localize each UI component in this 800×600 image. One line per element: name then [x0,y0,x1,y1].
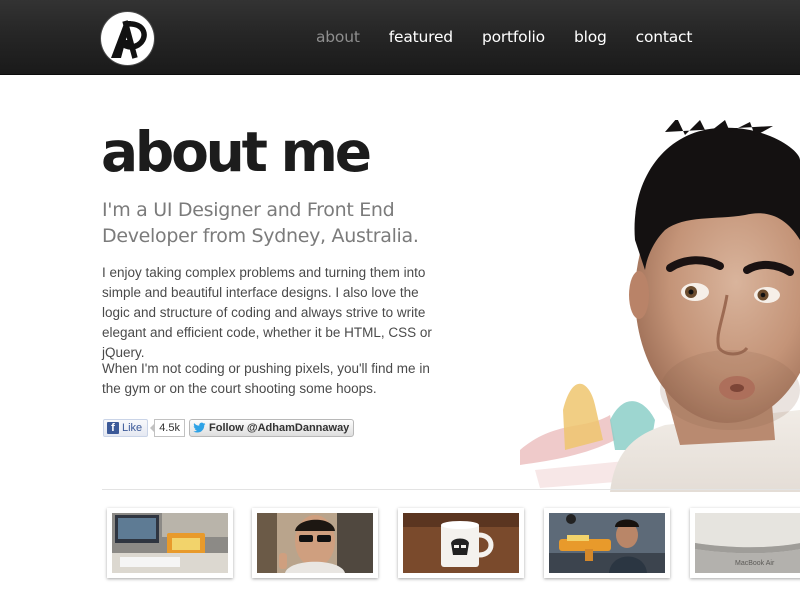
nav-featured[interactable]: featured [389,26,453,48]
hobbies-paragraph: When I'm not coding or pushing pixels, y… [102,361,430,396]
thumb-image [112,513,228,573]
thumb-image [257,513,373,573]
portrait-photo [520,120,800,492]
portfolio-thumb-stormtrooper-mug[interactable] [398,508,524,578]
thumb-image [549,513,665,573]
lead-text: I'm a UI Designer and Front End Develope… [102,199,419,247]
desk-setup-image [112,513,228,573]
page: about featured portfolio blog contact ab… [0,0,800,600]
portfolio-thumb-macbook-air[interactable]: MacBook Air [690,508,800,578]
nav-blog[interactable]: blog [574,26,607,48]
twitter-bird-icon [193,422,206,433]
portfolio-thumb-toy-gun[interactable] [544,508,670,578]
page-title: about me [101,120,372,184]
facebook-icon: f [107,422,119,434]
intro-paragraph: I enjoy taking complex problems and turn… [102,265,432,360]
nav-contact[interactable]: contact [636,26,693,48]
main-nav: about featured portfolio blog contact [316,26,692,48]
site-header: about featured portfolio blog contact [0,0,800,75]
ap-logo-icon [111,20,147,59]
portfolio-thumb-desk-setup[interactable] [107,508,233,578]
logo[interactable] [101,12,154,65]
facebook-like-label: Like [122,422,143,434]
twitter-follow-button[interactable]: Follow @AdhamDannaway [189,419,355,437]
sunglasses-selfie-image [257,513,373,573]
thumb-image: MacBook Air [695,513,800,573]
facebook-like-widget: f Like 4.5k [103,419,185,437]
facebook-like-button[interactable]: f Like [103,419,149,437]
macbook-air-caption: MacBook Air [735,560,775,567]
toy-gun-image [549,513,665,573]
twitter-follow-label: Follow @AdhamDannaway [209,422,350,434]
section-divider [102,489,800,490]
thumb-image [403,513,519,573]
nav-about[interactable]: about [316,26,360,48]
macbook-air-image: MacBook Air [695,513,800,573]
facebook-like-count: 4.5k [150,419,185,437]
portfolio-thumb-sunglasses-selfie[interactable] [252,508,378,578]
nav-portfolio[interactable]: portfolio [482,26,545,48]
stormtrooper-mug-image [403,513,519,573]
